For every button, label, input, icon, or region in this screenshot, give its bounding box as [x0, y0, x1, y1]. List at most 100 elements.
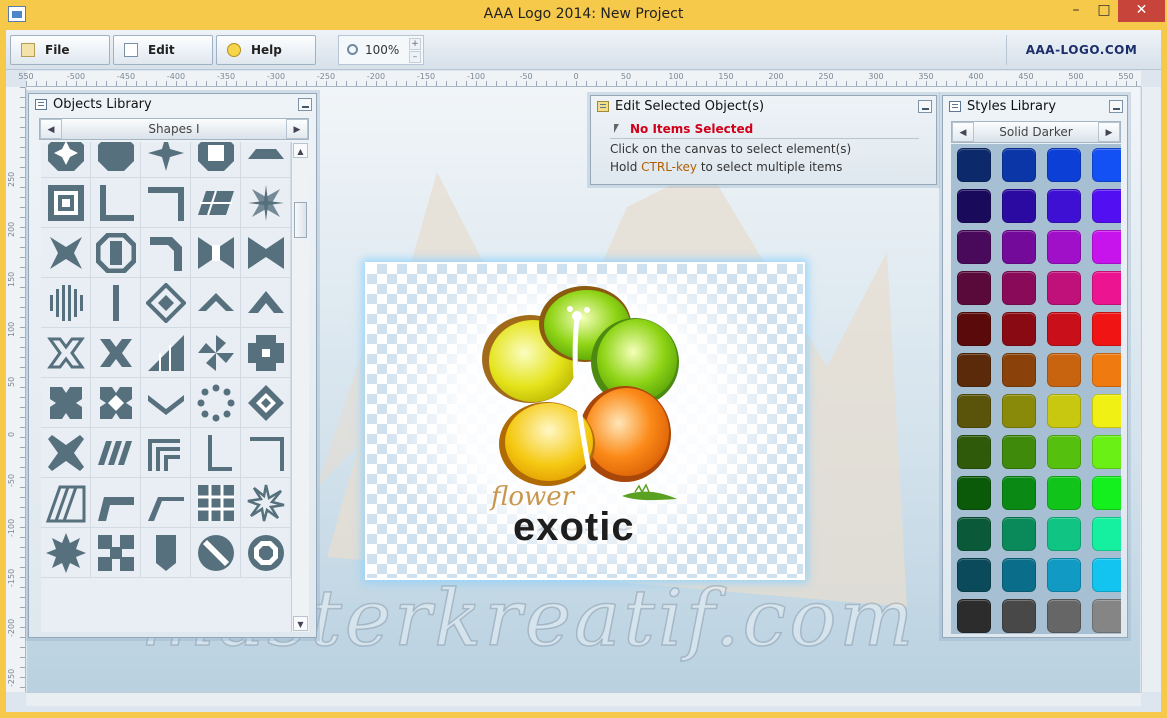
shape-barcode-diamond[interactable]: [41, 278, 91, 328]
workspace-vertical-scrollbar[interactable]: [1141, 87, 1161, 692]
shape-cross-tiles[interactable]: [241, 328, 291, 378]
style-swatch[interactable]: [1092, 230, 1121, 264]
brand-link[interactable]: AAA-LOGO.COM: [1006, 35, 1156, 65]
style-swatch[interactable]: [1002, 517, 1036, 551]
shape-category-next-button[interactable]: ▶: [286, 119, 308, 139]
shape-nested-squares[interactable]: [41, 178, 91, 228]
shape-dot-ring[interactable]: [191, 378, 241, 428]
style-swatch[interactable]: [957, 394, 991, 428]
style-swatch[interactable]: [1047, 558, 1081, 592]
scroll-down-button[interactable]: ▼: [293, 616, 308, 631]
style-swatch[interactable]: [1002, 189, 1036, 223]
style-swatch[interactable]: [957, 558, 991, 592]
shape-knot-octagon[interactable]: [91, 228, 141, 278]
style-swatch[interactable]: [957, 230, 991, 264]
style-swatch[interactable]: [1002, 558, 1036, 592]
shape-thin-l[interactable]: [191, 428, 241, 478]
style-swatch[interactable]: [1047, 230, 1081, 264]
style-category-next-button[interactable]: ▶: [1098, 122, 1120, 142]
style-swatch[interactable]: [1002, 271, 1036, 305]
style-swatch[interactable]: [1047, 517, 1081, 551]
edit-selected-minimize-button[interactable]: [918, 100, 932, 113]
style-swatch[interactable]: [1092, 353, 1121, 387]
workspace-horizontal-scrollbar[interactable]: [26, 692, 1141, 706]
shape-step-corner-outline[interactable]: [141, 478, 191, 528]
style-swatch[interactable]: [1092, 476, 1121, 510]
shape-circle-octagon[interactable]: [241, 528, 291, 578]
shape-chevron-up-thin[interactable]: [191, 278, 241, 328]
style-swatch[interactable]: [1092, 599, 1121, 633]
objects-library-minimize-button[interactable]: [298, 98, 312, 111]
shape-chevron-down[interactable]: [141, 378, 191, 428]
edit-menu-button[interactable]: Edit: [113, 35, 213, 65]
close-button[interactable]: ✕: [1118, 0, 1165, 22]
style-swatch[interactable]: [1092, 558, 1121, 592]
style-swatch[interactable]: [1092, 271, 1121, 305]
style-swatch[interactable]: [1002, 599, 1036, 633]
shape-grid-square[interactable]: [191, 478, 241, 528]
shape-starburst-ring[interactable]: [241, 478, 291, 528]
shape-nested-corners[interactable]: [141, 428, 191, 478]
help-menu-button[interactable]: Help: [216, 35, 316, 65]
zoom-value[interactable]: 100%: [365, 43, 399, 57]
style-swatch[interactable]: [957, 353, 991, 387]
shape-octagon-star[interactable]: [41, 142, 91, 178]
shape-striped-slant[interactable]: [41, 478, 91, 528]
style-swatch[interactable]: [957, 599, 991, 633]
style-category-selector[interactable]: ◀ Solid Darker ▶: [951, 121, 1121, 143]
zoom-out-button[interactable]: –: [409, 51, 421, 63]
style-swatch[interactable]: [957, 435, 991, 469]
shape-bowtie-open[interactable]: [191, 228, 241, 278]
shape-corner-bracket[interactable]: [141, 178, 191, 228]
shape-x-mark[interactable]: [91, 328, 141, 378]
shape-pinwheel-tiles[interactable]: [191, 328, 241, 378]
zoom-in-button[interactable]: +: [409, 38, 421, 50]
shape-star-bow[interactable]: [41, 228, 91, 278]
shape-bars-ascending[interactable]: [141, 328, 191, 378]
style-swatch[interactable]: [1002, 394, 1036, 428]
style-swatch[interactable]: [957, 517, 991, 551]
shape-cross-notched[interactable]: [41, 378, 91, 428]
shape-four-point-star[interactable]: [141, 142, 191, 178]
shape-chevron-up[interactable]: [241, 278, 291, 328]
shape-banner-pennant[interactable]: [141, 528, 191, 578]
style-swatch[interactable]: [1092, 517, 1121, 551]
style-swatch[interactable]: [1002, 312, 1036, 346]
minimize-button[interactable]: –: [1063, 0, 1089, 22]
style-swatch[interactable]: [1047, 394, 1081, 428]
shape-hook-corner[interactable]: [141, 228, 191, 278]
style-swatch[interactable]: [1047, 353, 1081, 387]
style-swatch[interactable]: [1092, 312, 1121, 346]
logo-canvas[interactable]: flower exotic exotic: [365, 262, 805, 580]
style-swatch[interactable]: [1092, 148, 1121, 182]
shape-diamond-tiles[interactable]: [241, 378, 291, 428]
shape-x-mark-outline[interactable]: [41, 328, 91, 378]
shape-octagon-ring[interactable]: [191, 142, 241, 178]
style-swatch[interactable]: [1047, 476, 1081, 510]
style-swatch[interactable]: [1002, 353, 1036, 387]
shape-cross-bold[interactable]: [41, 428, 91, 478]
shape-circle-slashed[interactable]: [191, 528, 241, 578]
shape-vertical-bar[interactable]: [91, 278, 141, 328]
shape-cross-diamond[interactable]: [91, 378, 141, 428]
shape-category-prev-button[interactable]: ◀: [40, 119, 62, 139]
shape-gear-star[interactable]: [41, 528, 91, 578]
file-menu-button[interactable]: File: [10, 35, 110, 65]
style-swatch[interactable]: [1047, 312, 1081, 346]
shape-corner-l[interactable]: [91, 178, 141, 228]
style-swatch[interactable]: [957, 476, 991, 510]
shape-trapezoid[interactable]: [241, 142, 291, 178]
shape-pinwheel[interactable]: [241, 178, 291, 228]
shape-diamond-arrow[interactable]: [141, 278, 191, 328]
shape-step-corner[interactable]: [91, 478, 141, 528]
style-swatch[interactable]: [1047, 148, 1081, 182]
style-swatch[interactable]: [1002, 230, 1036, 264]
shape-cross-squares[interactable]: [91, 528, 141, 578]
zoom-control[interactable]: 100% + –: [338, 35, 424, 65]
style-swatch[interactable]: [957, 189, 991, 223]
style-swatch[interactable]: [957, 312, 991, 346]
style-swatch[interactable]: [957, 148, 991, 182]
styles-library-minimize-button[interactable]: [1109, 100, 1123, 113]
style-swatch[interactable]: [1002, 435, 1036, 469]
shape-octagon[interactable]: [91, 142, 141, 178]
